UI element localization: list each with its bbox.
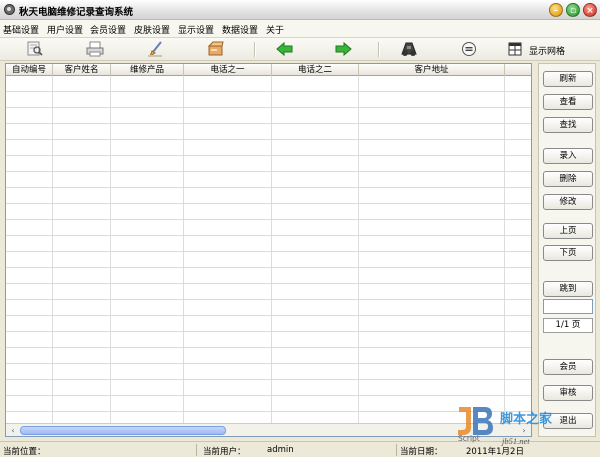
view-button[interactable]: 查看 <box>543 94 593 110</box>
column-header-phone-1[interactable]: 电话之一 <box>184 64 272 76</box>
table-body <box>6 76 531 424</box>
open-box-icon[interactable] <box>203 40 229 58</box>
column-divider <box>110 76 111 424</box>
status-separator <box>196 444 197 456</box>
column-divider <box>358 76 359 424</box>
column-header-repair-product[interactable]: 维修产品 <box>111 64 184 76</box>
date-value: 2011年1月2日 <box>466 447 524 457</box>
toolbar-separator <box>378 42 379 57</box>
column-divider <box>183 76 184 424</box>
minimize-button[interactable]: – <box>549 3 563 17</box>
menu-user-settings[interactable]: 用户设置 <box>47 23 83 36</box>
add-button[interactable]: 录入 <box>543 148 593 164</box>
menu-about[interactable]: 关于 <box>266 23 284 36</box>
records-table[interactable]: 自动编号 客户姓名 维修产品 电话之一 电话之二 客户地址 ‹ › <box>5 63 532 437</box>
grid-icon[interactable] <box>504 40 526 58</box>
column-divider <box>52 76 53 424</box>
prev-page-button[interactable]: 上页 <box>543 223 593 239</box>
toolbar: 显示网格 <box>0 38 600 61</box>
watermark-brand: 脚本之家 <box>500 412 553 427</box>
search-doc-icon[interactable] <box>22 40 48 58</box>
menu-skin-settings[interactable]: 皮肤设置 <box>134 23 170 36</box>
table-header: 自动编号 客户姓名 维修产品 电话之一 电话之二 客户地址 <box>6 64 531 76</box>
app-icon <box>4 4 15 15</box>
title-bar: 秋天电脑维修记录查询系统 – ▫ × <box>0 0 600 20</box>
horizontal-scrollbar[interactable]: ‹ › <box>6 423 531 436</box>
member-button[interactable]: 会员 <box>543 359 593 375</box>
menu-display-settings[interactable]: 显示设置 <box>178 23 214 36</box>
page-indicator: 1/1 页 <box>543 318 593 333</box>
next-page-button[interactable]: 下页 <box>543 245 593 261</box>
find-button[interactable]: 查找 <box>543 117 593 133</box>
edit-button[interactable]: 修改 <box>543 194 593 210</box>
refresh-button[interactable]: 刷新 <box>543 71 593 87</box>
back-arrow-icon[interactable] <box>272 40 298 58</box>
jump-button[interactable]: 跳到 <box>543 281 593 297</box>
column-header-customer-name[interactable]: 客户姓名 <box>53 64 111 76</box>
brush-icon[interactable] <box>143 40 169 58</box>
menu-bar: 基础设置 用户设置 会员设置 皮肤设置 显示设置 数据设置 关于 <box>0 20 600 38</box>
scroll-thumb[interactable] <box>20 426 226 435</box>
menu-data-settings[interactable]: 数据设置 <box>222 23 258 36</box>
fast-forward-icon[interactable] <box>456 40 482 58</box>
watermark-script: Script <box>458 434 480 443</box>
user-value: admin <box>267 445 294 455</box>
binoculars-icon[interactable] <box>396 40 422 58</box>
column-header-phone-2[interactable]: 电话之二 <box>272 64 359 76</box>
window-title: 秋天电脑维修记录查询系统 <box>19 7 134 18</box>
toolbar-separator <box>254 42 255 57</box>
maximize-button[interactable]: ▫ <box>566 3 580 17</box>
date-label: 当前日期： <box>400 447 443 457</box>
column-header-id[interactable]: 自动编号 <box>6 64 53 76</box>
scroll-left-icon[interactable]: ‹ <box>7 425 19 436</box>
column-header-address[interactable]: 客户地址 <box>359 64 505 76</box>
delete-button[interactable]: 删除 <box>543 171 593 187</box>
column-divider <box>271 76 272 424</box>
menu-member-settings[interactable]: 会员设置 <box>90 23 126 36</box>
action-panel: 刷新 查看 查找 录入 删除 修改 上页 下页 跳到 1/1 页 会员 审核 退… <box>538 63 596 437</box>
status-separator <box>396 444 397 456</box>
close-button[interactable]: × <box>583 3 597 17</box>
printer-icon[interactable] <box>82 40 108 58</box>
show-grid-label[interactable]: 显示网格 <box>529 44 565 57</box>
watermark-url: jb51.net <box>502 436 530 446</box>
column-divider <box>504 76 505 424</box>
menu-basic-settings[interactable]: 基础设置 <box>3 23 39 36</box>
forward-arrow-icon[interactable] <box>330 40 356 58</box>
location-label: 当前位置： <box>3 447 46 457</box>
user-label: 当前用户： <box>203 447 246 457</box>
page-number-input[interactable] <box>543 299 593 314</box>
audit-button[interactable]: 审核 <box>543 385 593 401</box>
